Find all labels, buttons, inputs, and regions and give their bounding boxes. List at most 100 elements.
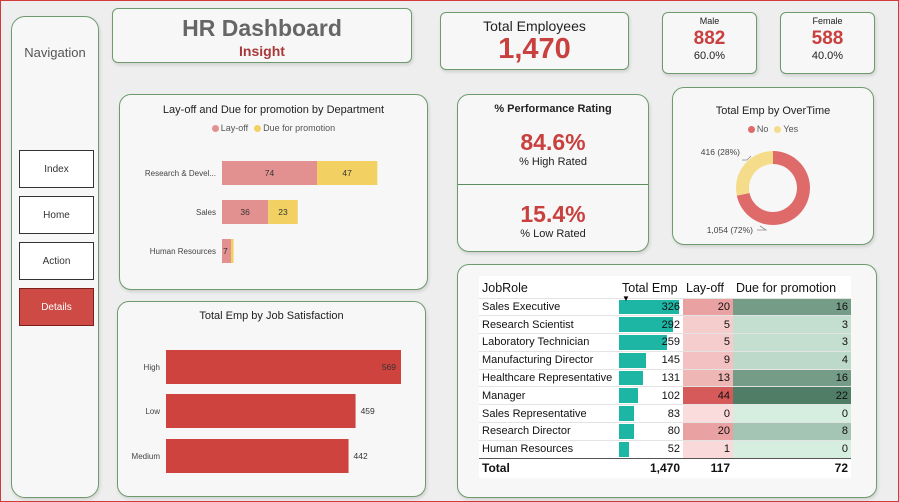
total-emp-databar xyxy=(619,370,644,386)
table-row[interactable]: Manager 102 44 22 xyxy=(479,386,851,405)
jobrole-table-card: JobRole Total Emp Lay-off Due for promot… xyxy=(457,264,877,498)
layoff-cell: 44 xyxy=(683,386,733,405)
layoff-cell: 0 xyxy=(683,404,733,423)
total-emp-cell: 52 xyxy=(619,439,683,459)
navigation-panel: Navigation Index Home Action Details xyxy=(11,16,99,498)
sort-descending-icon: ▼ xyxy=(622,294,630,303)
satisfaction-chart-card: Total Emp by Job Satisfaction High 569 Low… xyxy=(117,301,426,497)
total-emp-cell: 292 xyxy=(619,315,683,334)
category-label: Low xyxy=(145,407,160,416)
donut-slice-yes xyxy=(736,151,773,196)
total-employees-value: 1,470 xyxy=(498,33,571,65)
layoff-cell: 13 xyxy=(683,368,733,387)
total-emp-databar xyxy=(619,335,667,350)
jobrole-cell: Manager xyxy=(479,386,619,405)
promotion-cell: 4 xyxy=(733,350,851,370)
table-row[interactable]: Research Scientist 292 5 3 xyxy=(479,315,851,334)
layoff-cell: 9 xyxy=(683,350,733,370)
layoff-cell: 20 xyxy=(683,297,733,316)
column-header-jobrole[interactable]: JobRole xyxy=(479,276,619,298)
promotion-cell: 3 xyxy=(733,333,851,352)
promotion-cell: 22 xyxy=(733,386,851,405)
bar-data-label: 74 xyxy=(265,168,275,178)
promotion-cell: 8 xyxy=(733,422,851,441)
promotion-bar xyxy=(230,239,234,263)
female-label: Female xyxy=(812,16,843,26)
total-emp-cell: 259 xyxy=(619,333,683,352)
bar-data-label: 47 xyxy=(342,168,352,178)
total-employees-card: Total Employees 1,470 xyxy=(440,12,629,70)
total-emp-cell: 131 xyxy=(619,368,683,387)
table-row[interactable]: Healthcare Representative 131 13 16 xyxy=(479,368,851,387)
satisfaction-bar xyxy=(166,439,349,473)
satisfaction-bar-chart: High 569 Low 459 Medium 442 xyxy=(132,350,401,473)
page-title: HR Dashboard xyxy=(182,15,342,41)
nav-button-details[interactable]: Details xyxy=(19,288,94,326)
page-subtitle: Insight xyxy=(239,43,285,59)
category-label: Medium xyxy=(132,452,161,461)
bar-data-label: 569 xyxy=(382,362,396,372)
header-card: HR Dashboard Insight xyxy=(112,8,412,63)
table-row[interactable]: Laboratory Technician 259 5 3 xyxy=(479,333,851,352)
table-row[interactable]: Sales Representative 83 0 0 xyxy=(479,404,851,423)
male-label: Male xyxy=(699,16,720,26)
table-row[interactable]: Sales Executive 326 20 16 xyxy=(479,297,851,316)
promotion-sum-cell: 72 xyxy=(733,457,851,479)
column-header-promotion[interactable]: Due for promotion xyxy=(733,276,851,298)
low-rated-label: % Low Rated xyxy=(520,228,586,240)
donut-data-label-no: 1,054 (72%) xyxy=(707,225,753,235)
female-value: 588 xyxy=(811,28,844,49)
bar-data-label: 442 xyxy=(354,451,368,461)
promotion-cell: 16 xyxy=(733,297,851,316)
total-emp-cell: 145 xyxy=(619,350,683,370)
total-emp-databar xyxy=(619,388,638,404)
jobrole-cell: Manufacturing Director xyxy=(479,350,619,370)
category-label: Human Resources xyxy=(150,247,216,256)
nav-button-index[interactable]: Index xyxy=(19,150,94,188)
jobrole-cell: Sales Executive xyxy=(479,297,619,316)
donut-data-label-yes: 416 (28%) xyxy=(701,147,740,157)
jobrole-cell: Research Director xyxy=(479,422,619,441)
nav-button-action[interactable]: Action xyxy=(19,242,94,280)
bar-data-label: 36 xyxy=(240,207,250,217)
jobrole-table: JobRole Total Emp Lay-off Due for promot… xyxy=(479,276,851,479)
leader-line xyxy=(757,225,768,231)
total-emp-databar xyxy=(619,352,646,368)
total-emp-sum-cell: 1,470 xyxy=(619,457,683,479)
total-emp-databar xyxy=(619,441,629,457)
layoff-cell: 5 xyxy=(683,333,733,352)
promotion-cell: 16 xyxy=(733,368,851,387)
jobrole-cell: Laboratory Technician xyxy=(479,333,619,352)
male-value: 882 xyxy=(693,28,726,49)
column-header-layoff[interactable]: Lay-off xyxy=(683,276,733,298)
performance-card: % Performance Rating 84.6% % High Rated … xyxy=(457,94,649,252)
high-rated-value: 84.6% xyxy=(520,129,586,155)
jobrole-cell: Sales Representative xyxy=(479,404,619,423)
department-chart-card: Lay-off and Due for promotion by Departm… xyxy=(119,94,428,290)
promotion-cell: 0 xyxy=(733,439,851,459)
low-rated-value: 15.4% xyxy=(520,201,586,227)
satisfaction-bar xyxy=(166,350,401,384)
layoff-cell: 1 xyxy=(683,439,733,459)
satisfaction-bar xyxy=(166,394,356,428)
table-row[interactable]: Human Resources 52 1 0 xyxy=(479,439,851,459)
jobrole-cell: Research Scientist xyxy=(479,315,619,334)
layoff-sum-cell: 117 xyxy=(683,457,733,479)
bar-data-label: 7 xyxy=(223,246,228,256)
promotion-cell: 0 xyxy=(733,404,851,423)
table-row[interactable]: Manufacturing Director 145 9 4 xyxy=(479,350,851,370)
male-card: Male 882 60.0% xyxy=(662,12,757,74)
bar-data-label: 23 xyxy=(278,207,288,217)
table-row[interactable]: Research Director 80 20 8 xyxy=(479,422,851,441)
category-label: High xyxy=(144,363,160,372)
overtime-donut-chart: 416 (28%) 1,054 (72%) xyxy=(701,147,810,235)
table-total-row: Total 1,470 117 72 xyxy=(479,457,851,479)
total-emp-cell: 102 xyxy=(619,386,683,405)
department-bar-chart: Research & Devel... 74 47 Sales 36 23 Human Re… xyxy=(145,161,378,263)
total-label-cell: Total xyxy=(479,457,619,479)
category-label: Sales xyxy=(196,208,216,217)
bar-data-label: 459 xyxy=(361,406,375,416)
male-percent: 60.0% xyxy=(693,50,726,62)
nav-button-home[interactable]: Home xyxy=(19,196,94,234)
jobrole-cell: Human Resources xyxy=(479,439,619,459)
